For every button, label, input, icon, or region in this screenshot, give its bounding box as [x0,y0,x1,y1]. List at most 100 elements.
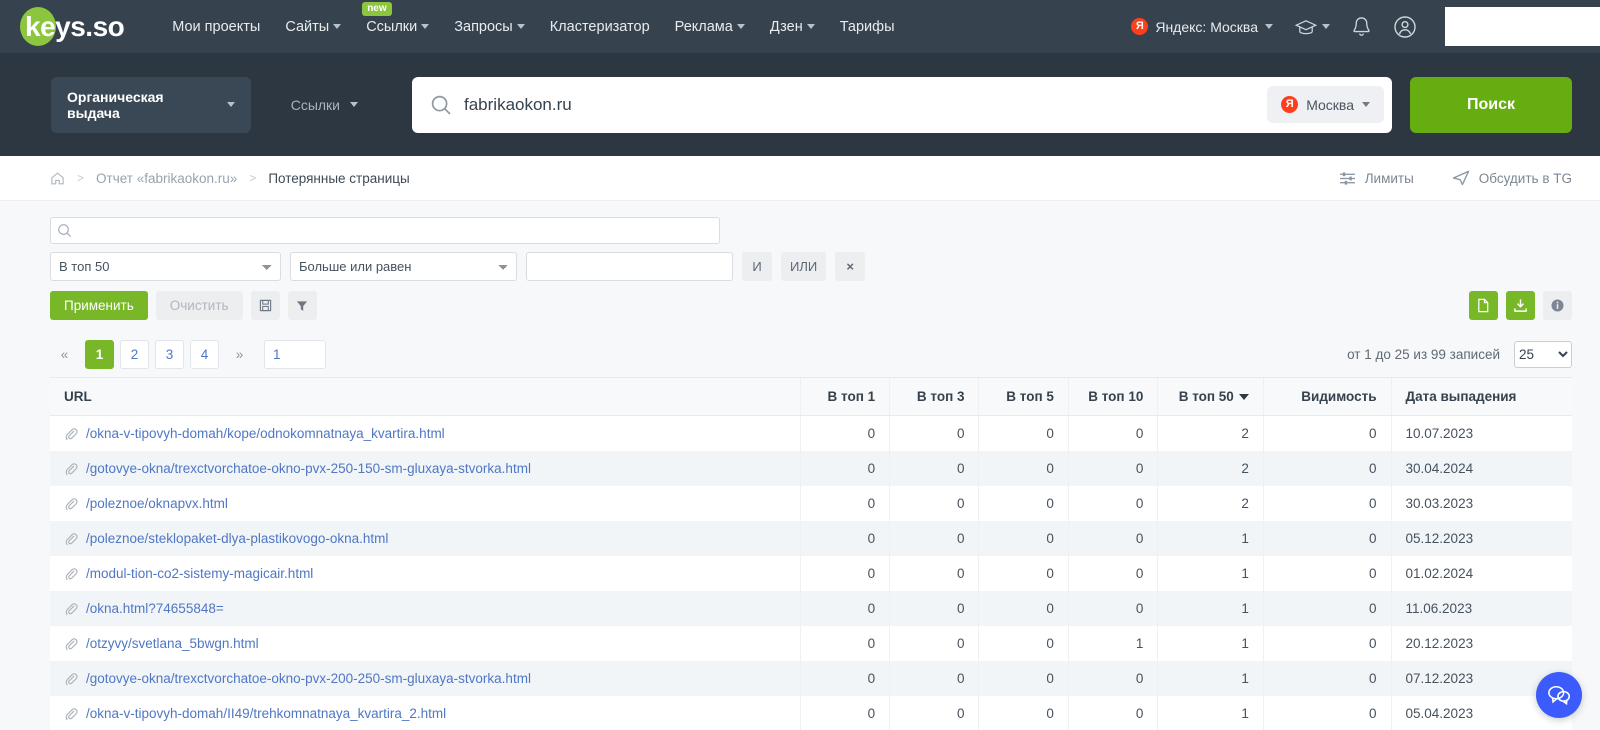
column-header-label: Видимость [1301,389,1377,404]
nav-items: Мои проекты Сайты new Ссылки Запросы Кла… [172,1,895,35]
filter-and-button[interactable]: И [742,252,772,281]
pagination-goto-input[interactable] [264,340,326,369]
pagination-summary: от 1 до 25 из 99 записей 102550100 [1347,341,1572,368]
cell-visibility: 0 [1262,626,1392,661]
breadcrumb-item-report[interactable]: Отчет «fabrikaokon.ru» [96,171,237,186]
education-menu[interactable] [1295,19,1330,35]
search-button[interactable]: Поиск [1410,76,1572,133]
clear-button[interactable]: Очистить [155,291,243,320]
saved-filters-button[interactable] [287,291,317,320]
table-head: URL В топ 1 В топ 3 В топ 5 В топ 10 В т… [50,378,1572,416]
url-link[interactable]: /poleznoe/oknapvx.html [86,496,228,511]
per-page-select[interactable]: 102550100 [1514,341,1572,368]
links-select[interactable]: Ссылки [291,97,358,113]
url-link[interactable]: /otzyvy/svetlana_5bwgn.html [86,636,259,651]
logo[interactable]: keys.so [20,0,125,53]
nav-item-advertising[interactable]: Реклама [675,19,745,35]
download-button[interactable] [1506,291,1535,320]
pagination-prev[interactable]: « [50,340,79,369]
attachment-icon [65,602,78,615]
breadcrumb-separator: > [77,171,85,185]
table-row: /poleznoe/oknapvx.html 0 0 0 0 2 0 30.03.2023 [50,486,1572,521]
table-row: /okna-v-tipovyh-domah/II49/trehkomnatnay… [50,696,1572,730]
column-header-top50[interactable]: В топ 50 [1157,378,1264,416]
url-link[interactable]: /poleznoe/steklopaket-dlya-plastikovogo-… [86,531,388,546]
column-header-label: В топ 10 [1088,389,1144,404]
table-row: /poleznoe/steklopaket-dlya-plastikovogo-… [50,521,1572,556]
column-header-top1[interactable]: В топ 1 [799,378,890,416]
pagination-page-4[interactable]: 4 [190,340,219,369]
cell-top1: 0 [799,521,890,556]
breadcrumb-bar: > Отчет «fabrikaokon.ru» > Потерянные ст… [0,156,1600,201]
save-filter-button[interactable] [250,291,280,320]
cell-top5: 0 [978,556,1069,591]
pagination-page-1[interactable]: 1 [85,340,114,369]
nav-item-label: Тарифы [839,18,895,35]
nav-item-my-projects[interactable]: Мои проекты [172,19,260,35]
url-link[interactable]: /okna.html?74655848= [86,601,224,616]
attachment-icon [65,462,78,475]
bell-icon [1353,17,1370,36]
cell-top50: 1 [1157,556,1264,591]
nav-item-clusterizer[interactable]: Кластеризатор [550,19,650,35]
column-header-top3[interactable]: В топ 3 [889,378,979,416]
cell-visibility: 0 [1262,556,1392,591]
notifications-button[interactable] [1352,16,1371,37]
column-header-top10[interactable]: В топ 10 [1067,378,1158,416]
apply-button[interactable]: Применить [50,291,148,320]
yandex-icon: Я [1281,96,1299,113]
filters-panel: В топ 1В топ 3В топ 5В топ 10В топ 50Вид… [0,201,1600,334]
copy-report-button[interactable] [1469,291,1498,320]
filter-or-button[interactable]: ИЛИ [781,252,827,281]
filter-remove-button[interactable]: × [835,252,866,281]
column-header-label: В топ 50 [1178,389,1234,404]
cell-top10: 0 [1067,521,1158,556]
column-header-date[interactable]: Дата выпадения [1390,378,1572,416]
cell-url: /poleznoe/steklopaket-dlya-plastikovogo-… [50,521,800,556]
nav-item-label: Реклама [674,18,733,35]
cell-url: /okna-v-tipovyh-domah/kope/odnokomnatnay… [50,416,800,452]
column-header-label: URL [64,389,92,404]
discuss-telegram-button[interactable]: Обсудить в TG [1452,170,1572,186]
chevron-down-icon [516,24,525,29]
nav-item-dzen[interactable]: Дзен [770,19,815,35]
url-link[interactable]: /okna-v-tipovyh-domah/II49/trehkomnatnay… [86,706,446,721]
cell-visibility: 0 [1262,521,1392,556]
cell-top50: 1 [1157,626,1264,661]
nav-item-links[interactable]: new Ссылки [362,1,430,35]
account-button[interactable] [1393,15,1417,39]
nav-item-sites[interactable]: Сайты [285,19,342,35]
user-icon [1394,15,1416,38]
filter-condition-select[interactable]: Больше или равенМеньше или равенРавенНе … [290,252,517,281]
nav-item-queries[interactable]: Запросы [454,18,525,35]
filter-search-input[interactable] [72,222,719,239]
url-link[interactable]: /modul-tion-co2-sistemy-magicair.html [86,566,313,581]
column-header-top5[interactable]: В топ 5 [978,378,1069,416]
cell-top5: 0 [978,415,1069,451]
column-header-url[interactable]: URL [50,378,801,416]
search-region-chip[interactable]: Я Москва [1267,86,1384,123]
cell-top5: 0 [978,486,1069,521]
limits-button[interactable]: Лимиты [1339,171,1414,186]
search-input[interactable] [452,93,1268,116]
url-link[interactable]: /gotovye-okna/trexctvorchatoe-okno-pvx-2… [86,461,531,476]
nav-item-label: Дзен [769,18,803,35]
column-header-visibility[interactable]: Видимость [1262,378,1392,416]
url-link[interactable]: /okna-v-tipovyh-domah/kope/odnokomnatnay… [86,426,445,441]
cell-visibility: 0 [1262,591,1392,626]
filter-metric-select[interactable]: В топ 1В топ 3В топ 5В топ 10В топ 50Вид… [50,252,281,281]
nav-item-label: Запросы [454,18,513,35]
url-link[interactable]: /gotovye-okna/trexctvorchatoe-okno-pvx-2… [86,671,531,686]
filter-value-input[interactable] [526,252,733,281]
pagination-page-3[interactable]: 3 [155,340,184,369]
report-mode-select[interactable]: Органическая выдача [51,76,251,133]
chat-widget-button[interactable] [1536,672,1582,718]
top-navigation-bar: keys.so Мои проекты Сайты new Ссылки Зап… [0,0,1600,53]
info-button[interactable] [1543,291,1572,320]
pagination-next[interactable]: » [225,340,254,369]
region-selector[interactable]: Я Яндекс: Москва [1131,18,1273,35]
pagination-page-2[interactable]: 2 [120,340,149,369]
home-icon[interactable] [50,171,65,186]
nav-item-tariffs[interactable]: Тарифы [840,19,895,35]
cell-top10: 0 [1067,591,1158,626]
